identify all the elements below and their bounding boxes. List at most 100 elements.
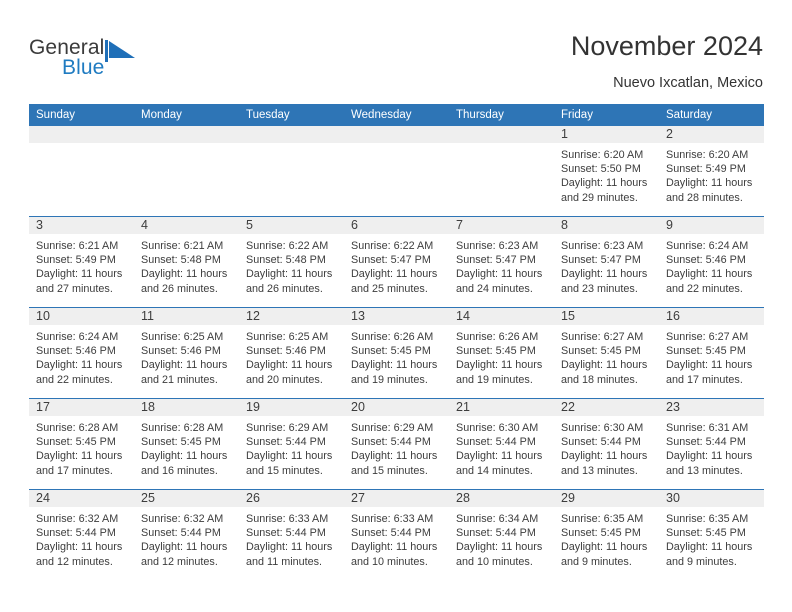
sunrise-text: Sunrise: 6:31 AM [666,422,749,434]
calendar-day-cell[interactable]: 22 Sunrise: 6:30 AM Sunset: 5:44 PM Dayligh… [554,398,659,490]
daylight-text: Daylight: 11 hours and 9 minutes. [666,541,753,568]
day-details: Sunrise: 6:21 AM Sunset: 5:49 PM Daylight:… [29,234,134,296]
sunrise-text: Sunrise: 6:24 AM [666,240,749,252]
sunrise-text: Sunrise: 6:34 AM [456,513,539,525]
sunrise-text: Sunrise: 6:20 AM [666,149,749,161]
daylight-text: Daylight: 11 hours and 27 minutes. [36,268,123,295]
daylight-text: Daylight: 11 hours and 17 minutes. [666,359,753,386]
sunset-text: Sunset: 5:44 PM [36,527,116,540]
sunset-text: Sunset: 5:45 PM [456,345,536,358]
calendar-day-cell[interactable]: 21 Sunrise: 6:30 AM Sunset: 5:44 PM Dayligh… [449,398,554,490]
calendar-day-cell[interactable]: 3 Sunrise: 6:21 AM Sunset: 5:49 PM Daylight… [29,216,134,308]
day-details: Sunrise: 6:20 AM Sunset: 5:49 PM Daylight:… [659,143,764,205]
day-number [239,126,344,143]
weekday-header-friday: Friday [554,104,659,126]
daylight-text: Daylight: 11 hours and 19 minutes. [456,359,543,386]
calendar-day-cell[interactable]: 17 Sunrise: 6:28 AM Sunset: 5:45 PM Dayligh… [29,398,134,490]
calendar-day-cell[interactable]: 19 Sunrise: 6:29 AM Sunset: 5:44 PM Dayligh… [239,398,344,490]
day-details: Sunrise: 6:34 AM Sunset: 5:44 PM Daylight:… [449,507,554,569]
calendar-day-cell[interactable]: 16 Sunrise: 6:27 AM Sunset: 5:45 PM Dayligh… [659,307,764,399]
day-number: 12 [239,308,344,325]
day-number: 11 [134,308,239,325]
sunset-text: Sunset: 5:45 PM [351,345,431,358]
weekday-header-saturday: Saturday [659,104,764,126]
day-number: 9 [659,217,764,234]
sunset-text: Sunset: 5:44 PM [561,436,641,449]
calendar-day-cell[interactable]: 11 Sunrise: 6:25 AM Sunset: 5:46 PM Dayligh… [134,307,239,399]
day-number: 15 [554,308,659,325]
calendar-day-cell[interactable]: 9 Sunrise: 6:24 AM Sunset: 5:46 PM Daylight… [659,216,764,308]
calendar-day-cell[interactable]: 29 Sunrise: 6:35 AM Sunset: 5:45 PM Dayligh… [554,489,659,580]
calendar-day-cell[interactable]: 12 Sunrise: 6:25 AM Sunset: 5:46 PM Dayligh… [239,307,344,399]
day-number: 23 [659,399,764,416]
day-details: Sunrise: 6:26 AM Sunset: 5:45 PM Daylight:… [449,325,554,387]
sunrise-text: Sunrise: 6:23 AM [456,240,539,252]
calendar-week-row: 1 Sunrise: 6:20 AM Sunset: 5:50 PM Daylight… [29,126,764,217]
sunrise-text: Sunrise: 6:33 AM [246,513,329,525]
calendar-day-cell[interactable]: 14 Sunrise: 6:26 AM Sunset: 5:45 PM Dayligh… [449,307,554,399]
calendar-day-cell[interactable]: 10 Sunrise: 6:24 AM Sunset: 5:46 PM Dayligh… [29,307,134,399]
day-number: 7 [449,217,554,234]
daylight-text: Daylight: 11 hours and 13 minutes. [666,450,753,477]
calendar-day-cell[interactable]: 5 Sunrise: 6:22 AM Sunset: 5:48 PM Daylight… [239,216,344,308]
day-details: Sunrise: 6:23 AM Sunset: 5:47 PM Daylight:… [449,234,554,296]
day-details: Sunrise: 6:28 AM Sunset: 5:45 PM Daylight:… [134,416,239,478]
calendar-day-cell[interactable]: 27 Sunrise: 6:33 AM Sunset: 5:44 PM Dayligh… [344,489,449,580]
day-details: Sunrise: 6:22 AM Sunset: 5:48 PM Daylight:… [239,234,344,296]
calendar-day-cell[interactable]: 15 Sunrise: 6:27 AM Sunset: 5:45 PM Dayligh… [554,307,659,399]
calendar-week-row: 10 Sunrise: 6:24 AM Sunset: 5:46 PM Dayligh… [29,307,764,399]
calendar-day-cell[interactable]: 7 Sunrise: 6:23 AM Sunset: 5:47 PM Daylight… [449,216,554,308]
sunset-text: Sunset: 5:45 PM [36,436,116,449]
calendar-day-cell-empty [449,126,554,217]
calendar-day-cell[interactable]: 28 Sunrise: 6:34 AM Sunset: 5:44 PM Dayligh… [449,489,554,580]
day-number: 22 [554,399,659,416]
sunset-text: Sunset: 5:44 PM [246,527,326,540]
sunrise-text: Sunrise: 6:29 AM [246,422,329,434]
calendar-day-cell[interactable]: 18 Sunrise: 6:28 AM Sunset: 5:45 PM Dayligh… [134,398,239,490]
day-number: 18 [134,399,239,416]
day-number: 26 [239,490,344,507]
day-number: 28 [449,490,554,507]
daylight-text: Daylight: 11 hours and 21 minutes. [141,359,228,386]
daylight-text: Daylight: 11 hours and 12 minutes. [36,541,123,568]
day-details: Sunrise: 6:27 AM Sunset: 5:45 PM Daylight:… [554,325,659,387]
calendar-day-cell[interactable]: 24 Sunrise: 6:32 AM Sunset: 5:44 PM Dayligh… [29,489,134,580]
calendar-day-cell[interactable]: 6 Sunrise: 6:22 AM Sunset: 5:47 PM Daylight… [344,216,449,308]
weekday-header-tuesday: Tuesday [239,104,344,126]
sunset-text: Sunset: 5:45 PM [666,527,746,540]
calendar-day-cell[interactable]: 30 Sunrise: 6:35 AM Sunset: 5:45 PM Dayligh… [659,489,764,580]
calendar-day-cell[interactable]: 23 Sunrise: 6:31 AM Sunset: 5:44 PM Dayligh… [659,398,764,490]
day-details: Sunrise: 6:33 AM Sunset: 5:44 PM Daylight:… [239,507,344,569]
sunset-text: Sunset: 5:44 PM [666,436,746,449]
page-header: General Blue November 2024 Nuevo Ixcatla… [0,0,792,100]
daylight-text: Daylight: 11 hours and 12 minutes. [141,541,228,568]
day-number: 20 [344,399,449,416]
weekday-header-thursday: Thursday [449,104,554,126]
calendar-day-cell[interactable]: 4 Sunrise: 6:21 AM Sunset: 5:48 PM Daylight… [134,216,239,308]
sunset-text: Sunset: 5:44 PM [351,527,431,540]
calendar-day-cell[interactable]: 26 Sunrise: 6:33 AM Sunset: 5:44 PM Dayligh… [239,489,344,580]
day-number: 27 [344,490,449,507]
sunset-text: Sunset: 5:45 PM [666,345,746,358]
weekday-header-sunday: Sunday [29,104,134,126]
daylight-text: Daylight: 11 hours and 26 minutes. [141,268,228,295]
calendar-day-cell[interactable]: 13 Sunrise: 6:26 AM Sunset: 5:45 PM Dayligh… [344,307,449,399]
calendar-week-row: 17 Sunrise: 6:28 AM Sunset: 5:45 PM Dayligh… [29,398,764,490]
calendar-day-cell[interactable]: 25 Sunrise: 6:32 AM Sunset: 5:44 PM Dayligh… [134,489,239,580]
daylight-text: Daylight: 11 hours and 19 minutes. [351,359,438,386]
calendar-day-cell[interactable]: 20 Sunrise: 6:29 AM Sunset: 5:44 PM Dayligh… [344,398,449,490]
sunrise-text: Sunrise: 6:30 AM [456,422,539,434]
general-blue-logo[interactable]: General Blue [29,36,169,84]
day-details: Sunrise: 6:26 AM Sunset: 5:45 PM Daylight:… [344,325,449,387]
calendar-day-cell[interactable]: 2 Sunrise: 6:20 AM Sunset: 5:49 PM Daylight… [659,126,764,217]
page-title: November 2024 [570,31,763,61]
calendar-day-cell[interactable]: 1 Sunrise: 6:20 AM Sunset: 5:50 PM Daylight… [554,126,659,217]
day-details: Sunrise: 6:33 AM Sunset: 5:44 PM Daylight:… [344,507,449,569]
day-details: Sunrise: 6:30 AM Sunset: 5:44 PM Daylight:… [554,416,659,478]
day-details: Sunrise: 6:22 AM Sunset: 5:47 PM Daylight:… [344,234,449,296]
calendar-day-cell[interactable]: 8 Sunrise: 6:23 AM Sunset: 5:47 PM Daylight… [554,216,659,308]
day-number: 16 [659,308,764,325]
day-details: Sunrise: 6:29 AM Sunset: 5:44 PM Daylight:… [239,416,344,478]
sunset-text: Sunset: 5:48 PM [141,254,221,267]
day-number [29,126,134,143]
